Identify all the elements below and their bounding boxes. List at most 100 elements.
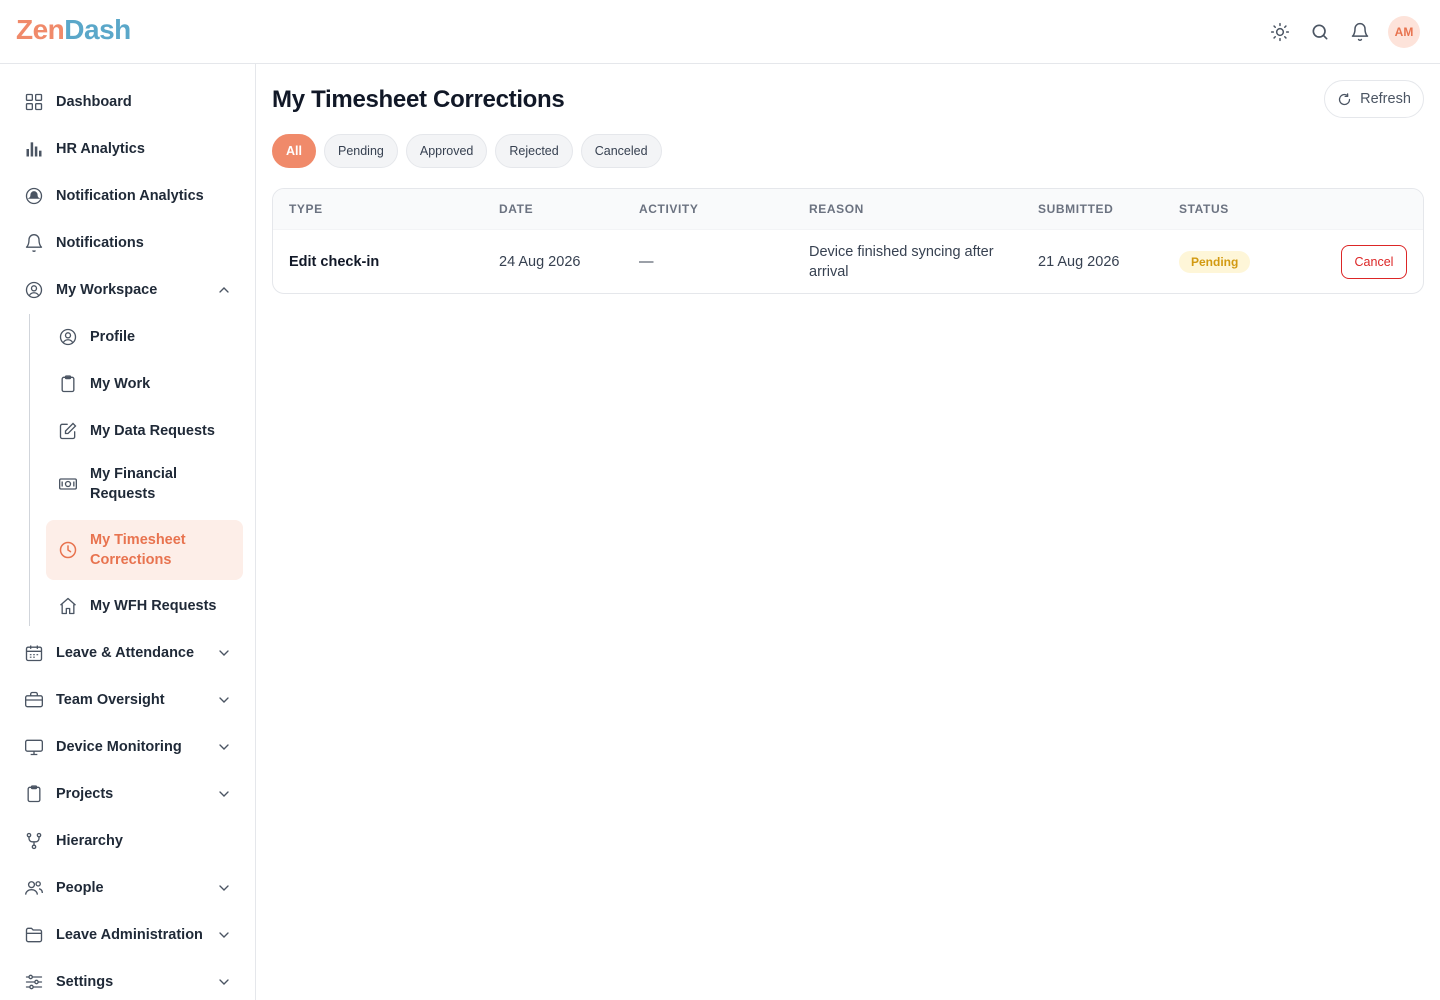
sidebar-item-label: Projects	[56, 786, 114, 802]
sidebar-item-settings[interactable]: Settings	[12, 962, 244, 1000]
monitor-icon	[24, 737, 44, 757]
top-actions: AM	[1268, 16, 1420, 48]
column-header-type: TYPE	[289, 202, 323, 216]
chevron-down-icon[interactable]	[216, 692, 232, 708]
clock-icon	[58, 540, 78, 560]
sidebar-item-label: People	[56, 880, 104, 896]
sidebar-subitem-my-financial-requests[interactable]: My Financial Requests	[46, 458, 243, 510]
sidebar-item-device-monitoring[interactable]: Device Monitoring	[12, 727, 244, 767]
sidebar-item-label: Leave & Attendance	[56, 645, 195, 661]
sidebar-item-leave-administration[interactable]: Leave Administration	[12, 915, 244, 955]
sidebar-item-notification-analytics[interactable]: Notification Analytics	[12, 176, 244, 216]
page-title: My Timesheet Corrections	[272, 86, 565, 113]
bell-icon	[24, 233, 44, 253]
filter-pending[interactable]: Pending	[323, 134, 398, 168]
logo-dash-text: Dash	[64, 14, 131, 45]
sun-icon[interactable]	[1268, 20, 1292, 44]
refresh-label: Refresh	[1360, 91, 1411, 107]
edit-icon	[58, 421, 78, 441]
briefcase-icon	[24, 690, 44, 710]
column-header-status: STATUS	[1179, 202, 1229, 216]
chevron-down-icon[interactable]	[216, 974, 232, 990]
cell-activity: —	[639, 254, 654, 270]
sliders-icon	[24, 972, 44, 992]
bar-chart-icon	[24, 139, 44, 159]
label-line-2: Corrections	[90, 552, 172, 568]
sidebar-item-hr-analytics[interactable]: HR Analytics	[12, 129, 244, 169]
avatar[interactable]: AM	[1388, 16, 1420, 48]
sidebar-item-team-oversight[interactable]: Team Oversight	[12, 680, 244, 720]
sidebar-item-label: Hierarchy	[56, 833, 123, 849]
filter-rejected[interactable]: Rejected	[495, 134, 573, 168]
cell-type: Edit check-in	[289, 254, 380, 270]
column-header-date: DATE	[499, 202, 534, 216]
chevron-down-icon[interactable]	[216, 645, 232, 661]
column-header-activity: ACTIVITY	[639, 202, 699, 216]
clipboard-icon	[24, 784, 44, 804]
sidebar-subitem-my-work[interactable]: My Work	[46, 364, 243, 404]
user-circle-icon	[58, 327, 78, 347]
column-header-reason: REASON	[809, 202, 864, 216]
sidebar-item-label: Dashboard	[56, 94, 132, 110]
folder-icon	[24, 925, 44, 945]
sidebar-subitem-profile[interactable]: Profile	[46, 317, 243, 357]
refresh-button[interactable]: Refresh	[1324, 80, 1424, 118]
status-badge: Pending	[1179, 251, 1251, 273]
sidebar-subitem-my-timesheet-corrections[interactable]: My Timesheet Corrections	[46, 520, 243, 580]
sidebar-item-my-workspace[interactable]: My Workspace	[12, 270, 244, 310]
bell-analytics-icon	[24, 186, 44, 206]
sidebar-item-people[interactable]: People	[12, 868, 244, 908]
submenu-guide-line	[29, 314, 30, 626]
sidebar-subitem-label: My Financial Requests	[90, 464, 177, 504]
sidebar-subitem-my-wfh-requests[interactable]: My WFH Requests	[46, 586, 243, 626]
sidebar-item-label: Team Oversight	[56, 692, 165, 708]
sidebar-subitem-label: My Data Requests	[90, 423, 215, 439]
corrections-table: TYPE DATE ACTIVITY REASON SUBMITTED STAT…	[272, 188, 1424, 294]
sidebar-item-hierarchy[interactable]: Hierarchy	[12, 821, 244, 861]
filter-all[interactable]: All	[272, 134, 316, 168]
sidebar-item-label: HR Analytics	[56, 141, 145, 157]
sidebar-item-leave-attendance[interactable]: Leave & Attendance	[12, 633, 244, 673]
calendar-icon	[24, 643, 44, 663]
sidebar-item-label: Notification Analytics	[56, 188, 204, 204]
hierarchy-icon	[24, 831, 44, 851]
sidebar-item-dashboard[interactable]: Dashboard	[12, 82, 244, 122]
sidebar-item-notifications[interactable]: Notifications	[12, 223, 244, 263]
status-filter-tabs: All Pending Approved Rejected Canceled	[272, 134, 662, 168]
home-icon	[58, 596, 78, 616]
money-icon	[58, 474, 78, 494]
cancel-button[interactable]: Cancel	[1341, 245, 1407, 279]
table-header: TYPE DATE ACTIVITY REASON SUBMITTED STAT…	[273, 189, 1423, 229]
app-logo[interactable]: ZenDash	[16, 14, 131, 46]
sidebar-item-label: My Workspace	[56, 282, 158, 298]
sidebar-subitem-my-data-requests[interactable]: My Data Requests	[46, 411, 243, 451]
bell-icon[interactable]	[1348, 20, 1372, 44]
filter-approved[interactable]: Approved	[405, 134, 488, 168]
clipboard-icon	[58, 374, 78, 394]
users-icon	[24, 878, 44, 898]
chevron-down-icon[interactable]	[216, 786, 232, 802]
column-header-submitted: SUBMITTED	[1038, 202, 1114, 216]
chevron-down-icon[interactable]	[216, 739, 232, 755]
main-content: My Timesheet Corrections Refresh All Pen…	[256, 64, 1440, 1000]
top-bar: ZenDash AM	[0, 0, 1440, 64]
label-line-1: My Financial	[90, 466, 178, 482]
cell-reason: Device finished syncing after arrival	[809, 244, 994, 280]
grid-icon	[24, 92, 44, 112]
logo-zen-text: Zen	[16, 14, 65, 45]
cell-submitted: 21 Aug 2026	[1038, 254, 1120, 270]
refresh-icon	[1337, 92, 1352, 107]
label-line-1: My Timesheet	[90, 532, 186, 548]
sidebar-subitem-label: Profile	[90, 329, 136, 345]
chevron-down-icon[interactable]	[216, 927, 232, 943]
sidebar-item-label: Settings	[56, 974, 114, 990]
sidebar-item-projects[interactable]: Projects	[12, 774, 244, 814]
sidebar-subitem-label: My Timesheet Corrections	[90, 530, 186, 570]
label-line-2: Requests	[90, 486, 156, 502]
cell-date: 24 Aug 2026	[499, 254, 581, 270]
chevron-up-icon[interactable]	[216, 282, 232, 298]
chevron-down-icon[interactable]	[216, 880, 232, 896]
search-icon[interactable]	[1308, 20, 1332, 44]
sidebar-subitem-label: My Work	[90, 376, 151, 392]
filter-canceled[interactable]: Canceled	[580, 134, 662, 168]
